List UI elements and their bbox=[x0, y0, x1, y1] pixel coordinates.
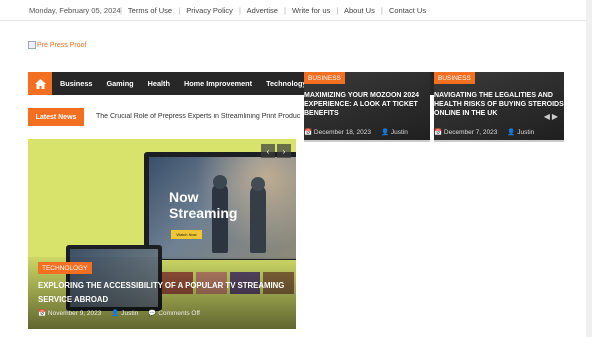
prev-arrow-button[interactable]: ‹ bbox=[261, 144, 275, 158]
latest-news-label: Latest News bbox=[28, 108, 84, 126]
post-author[interactable]: 👤 Justin bbox=[507, 128, 534, 136]
screen-headline: Now Streaming bbox=[169, 189, 238, 221]
slider-arrows: ◀ ▶ bbox=[544, 112, 558, 121]
category-badge[interactable]: BUSINESS bbox=[434, 72, 475, 84]
nav-item-business[interactable]: Business bbox=[60, 79, 92, 88]
write-for-us-link[interactable]: Write for us bbox=[292, 6, 330, 15]
category-badge[interactable]: TECHNOLOGY bbox=[38, 262, 92, 274]
current-date: Monday, February 05, 2024 bbox=[29, 6, 121, 15]
top-links: | Terms of Use | Privacy Policy | Advert… bbox=[120, 6, 427, 15]
category-badge[interactable]: BUSINESS bbox=[304, 72, 345, 84]
screen-button: Watch Now bbox=[171, 230, 202, 239]
advertise-link[interactable]: Advertise bbox=[247, 6, 278, 15]
top-bar: Monday, February 05, 2024 | Terms of Use… bbox=[0, 0, 592, 20]
nav-item-health[interactable]: Health bbox=[148, 79, 170, 88]
nav-item-gaming[interactable]: Gaming bbox=[106, 79, 133, 88]
chevron-right-icon[interactable]: ▶ bbox=[552, 112, 558, 121]
card-divider bbox=[304, 140, 430, 142]
nav-item-home-improvement[interactable]: Home Improvement bbox=[184, 79, 252, 88]
post-date: 📅 December 18, 2023 bbox=[304, 129, 371, 136]
home-icon bbox=[34, 78, 46, 89]
terms-link[interactable]: Terms of Use bbox=[128, 6, 172, 15]
hero-meta: 📅 November 9, 2023 👤 Justin 💬 Comments O… bbox=[38, 309, 200, 317]
featured-card[interactable]: BUSINESS NAVIGATING THE LEGALITIES AND H… bbox=[434, 72, 564, 142]
nav-items: Business Gaming Health Home Improvement … bbox=[60, 72, 320, 95]
post-date: 📅 November 9, 2023 bbox=[38, 310, 102, 317]
logo-alt-text: Pre Press Proof bbox=[37, 41, 87, 49]
nav-item-technology[interactable]: Technology bbox=[266, 79, 306, 88]
hero-title[interactable]: EXPLORING THE ACCESSIBILITY OF A POPULAR… bbox=[38, 279, 290, 307]
about-us-link[interactable]: About Us bbox=[344, 6, 375, 15]
next-arrow-button[interactable]: › bbox=[277, 144, 291, 158]
hero-slider[interactable]: Now Streaming Watch Now ‹ › TECHNOLOGY E… bbox=[28, 139, 296, 329]
card-title[interactable]: MAXIMIZING YOUR MOZOON 2024 EXPERIENCE: … bbox=[304, 91, 430, 118]
post-author[interactable]: 👤 Justin bbox=[111, 309, 138, 317]
home-button[interactable] bbox=[28, 72, 52, 95]
divider bbox=[0, 20, 592, 21]
astronaut-figure bbox=[250, 177, 266, 253]
post-comments: 💬 Comments Off bbox=[148, 310, 200, 317]
card-divider bbox=[434, 140, 564, 142]
broken-image-icon bbox=[28, 41, 36, 49]
page: Monday, February 05, 2024 | Terms of Use… bbox=[0, 0, 592, 337]
card-meta: 📅 December 18, 2023 👤 Justin bbox=[304, 128, 408, 136]
news-ticker[interactable]: The Crucial Role of Prepress Experts in … bbox=[96, 113, 300, 120]
slider-arrows: ‹ › bbox=[261, 144, 291, 158]
post-date: 📅 December 7, 2023 bbox=[434, 129, 498, 136]
contact-us-link[interactable]: Contact Us bbox=[389, 6, 426, 15]
latest-news-bar: Latest News The Crucial Role of Prepress… bbox=[28, 108, 300, 126]
featured-card[interactable]: BUSINESS MAXIMIZING YOUR MOZOON 2024 EXP… bbox=[304, 72, 430, 142]
post-author[interactable]: 👤 Justin bbox=[381, 128, 408, 136]
site-logo[interactable]: Pre Press Proof bbox=[28, 41, 86, 49]
scrollbar[interactable] bbox=[586, 0, 592, 337]
chevron-left-icon[interactable]: ◀ bbox=[544, 112, 550, 121]
privacy-link[interactable]: Privacy Policy bbox=[186, 6, 233, 15]
card-meta: 📅 December 7, 2023 👤 Justin bbox=[434, 128, 534, 136]
